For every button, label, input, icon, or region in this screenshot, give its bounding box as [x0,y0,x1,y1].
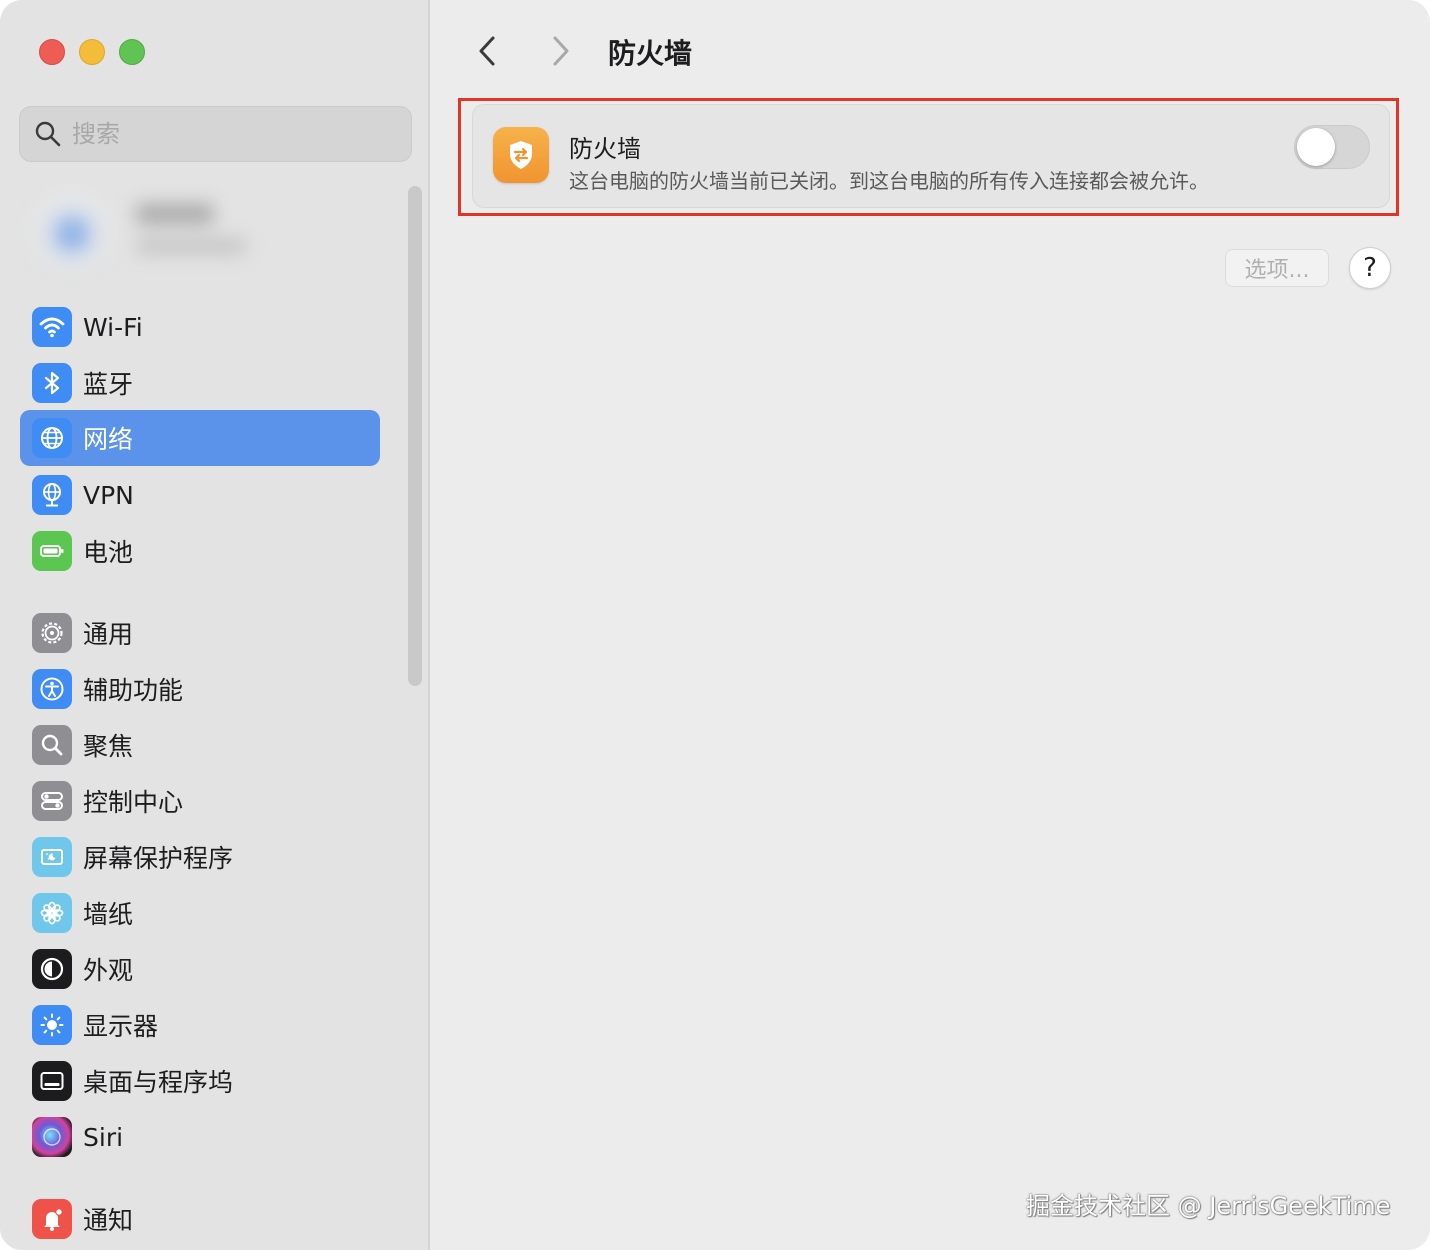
sidebar-item-label: Siri [83,1122,124,1152]
globe-icon [32,418,72,458]
window-controls [39,39,145,65]
bluetooth-icon [32,363,72,403]
search-input[interactable] [72,120,392,148]
gear-icon [32,613,72,653]
minimize-window-button[interactable] [79,39,105,65]
firewall-title: 防火墙 [569,135,641,163]
sidebar-item-label: 桌面与程序坞 [83,1068,234,1097]
sidebar-item-label: 聚焦 [83,732,134,761]
sidebar-item-spotlight[interactable]: 聚焦 [20,717,380,773]
system-settings-window: Wi-Fi 蓝牙 网络 VPN 电池 [0,0,1430,1250]
sidebar-item-accessibility[interactable]: 辅助功能 [20,661,380,717]
sidebar-item-label: 墙纸 [83,900,134,929]
control-center-icon [32,781,72,821]
avatar [32,190,112,270]
sidebar-item-label: 蓝牙 [83,370,134,399]
sidebar-item-label: 显示器 [83,1012,159,1041]
sidebar-item-battery[interactable]: 电池 [20,523,380,579]
sidebar-item-notifications[interactable]: 通知 [20,1191,380,1247]
firewall-description: 这台电脑的防火墙当前已关闭。到这台电脑的所有传入连接都会被允许。 [569,169,1209,193]
chevron-left-icon [479,36,495,66]
wallpaper-flower-icon [32,893,72,933]
sidebar-item-label: 辅助功能 [83,676,184,705]
vpn-globe-icon [32,475,72,515]
sidebar-item-screensaver[interactable]: 屏幕保护程序 [20,829,380,885]
sidebar-item-network[interactable]: 网络 [20,410,380,466]
display-sun-icon [32,1005,72,1045]
forward-button[interactable] [540,30,580,72]
sidebar-item-label: 电池 [83,538,134,567]
notifications-icon [32,1199,72,1239]
sidebar-item-desktop-dock[interactable]: 桌面与程序坞 [20,1053,380,1109]
main-pane: 防火墙 防火墙 这台电脑的防火墙当前已关闭。到这台电脑的所有传入连接都会被允许。… [432,0,1430,1250]
chevron-right-icon [553,36,569,66]
firewall-shield-icon [493,127,549,183]
sidebar-item-bluetooth[interactable]: 蓝牙 [20,355,380,411]
spotlight-icon [32,725,72,765]
sidebar-item-label: 通知 [83,1206,134,1235]
zoom-window-button[interactable] [119,39,145,65]
sidebar-item-appearance[interactable]: 外观 [20,941,380,997]
firewall-settings-card: 防火墙 这台电脑的防火墙当前已关闭。到这台电脑的所有传入连接都会被允许。 [472,104,1390,208]
sidebar-scrollbar[interactable] [408,186,422,686]
search-field[interactable] [19,106,412,162]
sidebar-item-label: 网络 [83,425,134,454]
close-window-button[interactable] [39,39,65,65]
sidebar-item-label: Wi-Fi [83,312,143,342]
sidebar-item-wifi[interactable]: Wi-Fi [20,299,380,355]
screensaver-icon [32,837,72,877]
sidebar-item-control-center[interactable]: 控制中心 [20,773,380,829]
wifi-icon [32,307,72,347]
toggle-knob [1297,128,1335,166]
sidebar-item-label: VPN [83,480,134,510]
siri-icon [32,1117,72,1157]
watermark-text: 掘金技术社区 @ JerrisGeekTime [1026,1192,1391,1220]
sidebar-item-label: 通用 [83,620,134,649]
battery-icon [32,531,72,571]
sidebar-item-label: 外观 [83,956,134,985]
search-icon [35,121,61,147]
sidebar: Wi-Fi 蓝牙 网络 VPN 电池 [0,0,430,1250]
sidebar-item-wallpaper[interactable]: 墙纸 [20,885,380,941]
sidebar-item-label: 控制中心 [83,788,184,817]
options-button[interactable]: 选项... [1225,249,1329,287]
accessibility-icon [32,669,72,709]
sidebar-item-displays[interactable]: 显示器 [20,997,380,1053]
dock-icon [32,1061,72,1101]
sidebar-item-siri[interactable]: Siri [20,1109,380,1165]
back-button[interactable] [468,30,508,72]
page-title: 防火墙 [608,37,693,70]
sidebar-item-label: 屏幕保护程序 [83,844,234,873]
sidebar-item-vpn[interactable]: VPN [20,467,380,523]
sidebar-item-general[interactable]: 通用 [20,605,380,661]
help-button[interactable]: ? [1349,247,1391,289]
appearance-icon [32,949,72,989]
firewall-toggle[interactable] [1294,125,1370,169]
apple-account-blurred[interactable] [18,182,388,278]
